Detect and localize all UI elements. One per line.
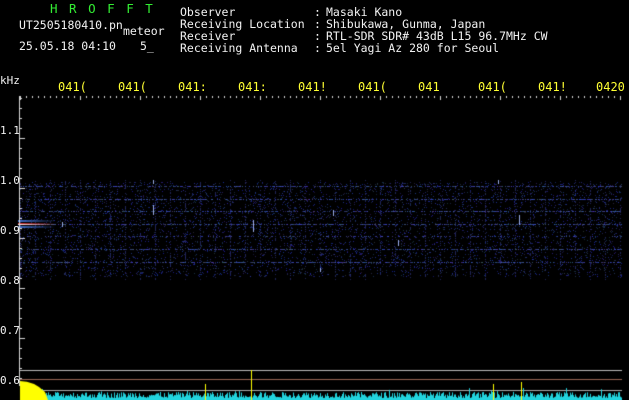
y-tick-label: 0.7 — [0, 324, 20, 337]
info-label-antenna: Receiving Antenna — [180, 41, 298, 55]
mode-label: meteor — [123, 24, 165, 38]
time-tick-label: 041( — [118, 80, 147, 94]
time-tick-label: 041! — [538, 80, 567, 94]
program-title: H R O F F T — [50, 1, 155, 16]
y-tick-label: 1.1 — [0, 124, 20, 137]
info-value-antenna: 5el Yagi Az 280 for Seoul — [326, 41, 500, 55]
time-tick-label: 041: — [178, 80, 207, 94]
time-tick-label: 0420 — [596, 80, 625, 94]
spectrogram-canvas — [0, 0, 629, 400]
time-tick-label: 041( — [358, 80, 387, 94]
time-tick-label: 041! — [298, 80, 327, 94]
time-tick-label: 041( — [58, 80, 87, 94]
info-separator: : — [314, 41, 321, 55]
time-tick-label: 041( — [478, 80, 507, 94]
count: 5_ — [140, 39, 154, 53]
time-tick-label: 041 — [418, 80, 440, 94]
y-tick-label: 0.6 — [0, 374, 20, 387]
datetime: 25.05.18 04:10 — [19, 39, 116, 53]
y-tick-label: 0.8 — [0, 274, 20, 287]
file-name: UT2505180410.pn — [19, 18, 123, 32]
time-tick-label: 041: — [238, 80, 267, 94]
y-tick-label: 0.9 — [0, 224, 20, 237]
y-axis-unit: kHz — [0, 74, 20, 87]
y-tick-label: 1.0 — [0, 174, 20, 187]
